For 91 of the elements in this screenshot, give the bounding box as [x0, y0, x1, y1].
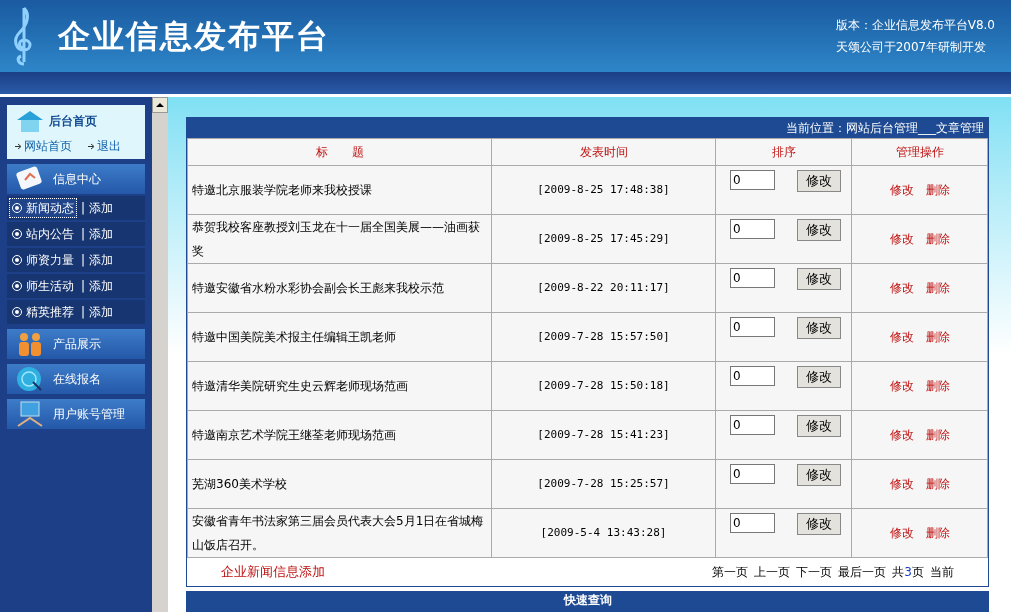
delete-link[interactable]: 删除	[925, 477, 950, 491]
arrow-icon	[88, 142, 95, 150]
edit-link[interactable]: 修改	[889, 526, 914, 540]
edit-link[interactable]: 修改	[889, 477, 914, 491]
article-title: 芜湖360美术学校	[187, 459, 492, 509]
save-order-button[interactable]: 修改	[797, 366, 841, 388]
save-order-button[interactable]: 修改	[797, 464, 841, 486]
edit-link[interactable]: 修改	[889, 183, 914, 197]
add-link[interactable]: 添加	[89, 303, 114, 321]
publish-time: [2009-7-28 15:41:23]	[491, 410, 716, 460]
delete-link[interactable]: 删除	[925, 379, 950, 393]
delete-link[interactable]: 删除	[925, 183, 950, 197]
delete-link[interactable]: 删除	[925, 232, 950, 246]
sidebar-subitem[interactable]: 站内公告	[9, 224, 77, 244]
current-page-text: 当前	[930, 564, 954, 581]
separator-text: |	[81, 304, 86, 321]
column-header: 排序	[715, 138, 852, 166]
article-title: 特邀清华美院研究生史云辉老师现场范画	[187, 361, 492, 411]
edit-link[interactable]: 修改	[889, 330, 914, 344]
order-input[interactable]: 0	[730, 366, 775, 386]
sidebar-section-button[interactable]: 产品展示	[7, 329, 145, 359]
edit-link[interactable]: 修改	[889, 379, 914, 393]
article-title: 特邀中国美院美术报主任编辑王凯老师	[187, 312, 492, 362]
delete-link[interactable]: 删除	[925, 428, 950, 442]
add-news-link[interactable]: 企业新闻信息添加	[221, 562, 325, 582]
pager-link[interactable]: 下一页	[796, 563, 833, 581]
separator-text: |	[81, 226, 86, 243]
order-input[interactable]: 0	[730, 415, 775, 435]
add-link[interactable]: 添加	[89, 277, 114, 295]
column-header: 标 题	[187, 138, 492, 166]
save-order-button[interactable]: 修改	[797, 219, 841, 241]
breadcrumb-bar: 当前位置：网站后台管理___文章管理	[187, 118, 988, 138]
separator-text: |	[81, 278, 86, 295]
delete-link[interactable]: 删除	[925, 330, 950, 344]
publish-time: [2009-7-28 15:50:18]	[491, 361, 716, 411]
house-icon	[15, 109, 45, 133]
home-link[interactable]: 网站首页	[24, 137, 72, 155]
publish-time: [2009-7-28 15:25:57]	[491, 459, 716, 509]
scroll-up-icon[interactable]	[152, 97, 168, 113]
column-header: 发表时间	[491, 138, 716, 166]
sidebar-subitem[interactable]: 师资力量	[9, 250, 77, 270]
article-title: 特邀南京艺术学院王继荃老师现场范画	[187, 410, 492, 460]
delete-link[interactable]: 删除	[925, 526, 950, 540]
article-title: 特邀北京服装学院老师来我校授课	[187, 165, 492, 215]
edit-link[interactable]: 修改	[889, 281, 914, 295]
sidebar-subitem[interactable]: 精英推荐	[9, 302, 77, 322]
quick-search-header: 快速查询	[186, 591, 989, 612]
order-input[interactable]: 0	[730, 268, 775, 288]
sidebar-subitem[interactable]: 师生活动	[9, 276, 77, 296]
sidebar-subitem[interactable]: 新闻动态	[9, 198, 77, 218]
save-order-button[interactable]: 修改	[797, 513, 841, 535]
save-order-button[interactable]: 修改	[797, 170, 841, 192]
pager-link[interactable]: 上一页	[754, 563, 791, 581]
publish-time: [2009-8-25 17:48:38]	[491, 165, 716, 215]
add-link[interactable]: 添加	[89, 225, 114, 243]
edit-link[interactable]: 修改	[889, 428, 914, 442]
pager-link[interactable]: 第一页	[712, 563, 749, 581]
publish-time: [2009-8-22 20:11:17]	[491, 263, 716, 313]
credit-text: 天颂公司于2007年研制开发	[835, 39, 988, 56]
publish-time: [2009-8-25 17:45:29]	[491, 214, 716, 264]
separator-text: |	[81, 252, 86, 269]
order-input[interactable]: 0	[730, 317, 775, 337]
order-input[interactable]: 0	[730, 170, 775, 190]
column-header: 管理操作	[851, 138, 988, 166]
order-input[interactable]: 0	[730, 219, 775, 239]
page-count: 共3页	[892, 564, 924, 581]
article-title: 安徽省青年书法家第三届会员代表大会5月1日在省城梅山饭店召开。	[187, 508, 492, 558]
add-link[interactable]: 添加	[89, 251, 114, 269]
separator-text: |	[81, 200, 86, 217]
publish-time: [2009-7-28 15:57:50]	[491, 312, 716, 362]
save-order-button[interactable]: 修改	[797, 268, 841, 290]
add-link[interactable]: 添加	[89, 199, 114, 217]
version-text: 版本：企业信息发布平台V8.0	[835, 17, 995, 34]
article-title: 特邀安徽省水粉水彩协会副会长王彪来我校示范	[187, 263, 492, 313]
pager-link[interactable]: 最后一页	[838, 563, 887, 581]
edit-link[interactable]: 修改	[889, 232, 914, 246]
order-input[interactable]: 0	[730, 513, 775, 533]
sidebar-section-button[interactable]: 在线报名	[7, 364, 145, 394]
save-order-button[interactable]: 修改	[797, 415, 841, 437]
delete-link[interactable]: 删除	[925, 281, 950, 295]
publish-time: [2009-5-4 13:43:28]	[491, 508, 716, 558]
article-title: 恭贺我校客座教授刘玉龙在十一届全国美展——油画获奖	[187, 214, 492, 264]
app-title: 企业信息发布平台	[58, 16, 330, 57]
order-input[interactable]: 0	[730, 464, 775, 484]
sidebar-section-button[interactable]: 信息中心	[7, 164, 145, 194]
home-link[interactable]: 退出	[97, 137, 121, 155]
sidebar-section-button[interactable]: 用户账号管理	[7, 399, 145, 429]
arrow-icon	[15, 142, 22, 150]
save-order-button[interactable]: 修改	[797, 317, 841, 339]
home-title[interactable]: 后台首页	[49, 112, 97, 130]
computer-icon	[15, 401, 45, 427]
